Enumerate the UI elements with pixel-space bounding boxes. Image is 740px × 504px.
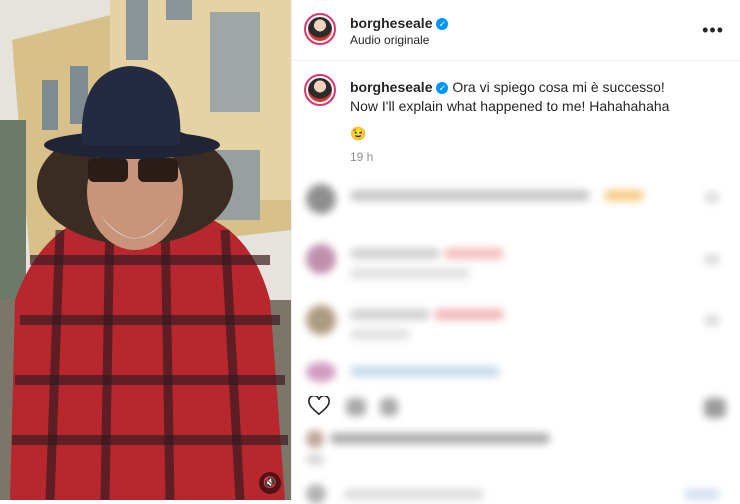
caption-username[interactable]: borgheseale	[350, 79, 432, 95]
author-avatar[interactable]	[304, 13, 336, 45]
author-username[interactable]: borgheseale	[350, 15, 432, 31]
speaker-muted-icon: 🔇	[263, 477, 277, 489]
audio-label[interactable]: Audio originale	[350, 33, 429, 47]
post-time[interactable]: 19 h	[350, 150, 373, 164]
mute-button[interactable]: 🔇	[259, 472, 281, 494]
caption-verified-icon: ✓	[436, 82, 449, 94]
verified-badge-icon: ✓	[436, 18, 449, 30]
video-frame	[0, 0, 291, 500]
post-media[interactable]: 🔇	[0, 0, 291, 500]
comment-row-blurred	[304, 362, 728, 384]
caption-text-english: Now I'll explain what happened to me! Ha…	[350, 98, 670, 114]
comment-row-blurred	[304, 303, 728, 343]
caption-emoji: 😉	[350, 126, 367, 141]
comment-input-blurred[interactable]	[304, 484, 728, 504]
caption: borgheseale ✓ Ora vi spiego cosa mi è suc…	[350, 78, 720, 116]
action-bar-blurred	[304, 392, 728, 422]
more-options-button[interactable]: •••	[702, 20, 724, 41]
likes-row-blurred	[304, 428, 728, 468]
comment-row-blurred	[304, 182, 728, 216]
post-header: borgheseale ✓ Audio originale •••	[292, 0, 740, 61]
caption-author-avatar[interactable]	[304, 74, 336, 106]
caption-text-italian: Ora vi spiego cosa mi è successo!	[452, 79, 665, 95]
post-details-panel: borgheseale ✓ Audio originale ••• borghes…	[291, 0, 740, 504]
comment-row-blurred	[304, 242, 728, 282]
